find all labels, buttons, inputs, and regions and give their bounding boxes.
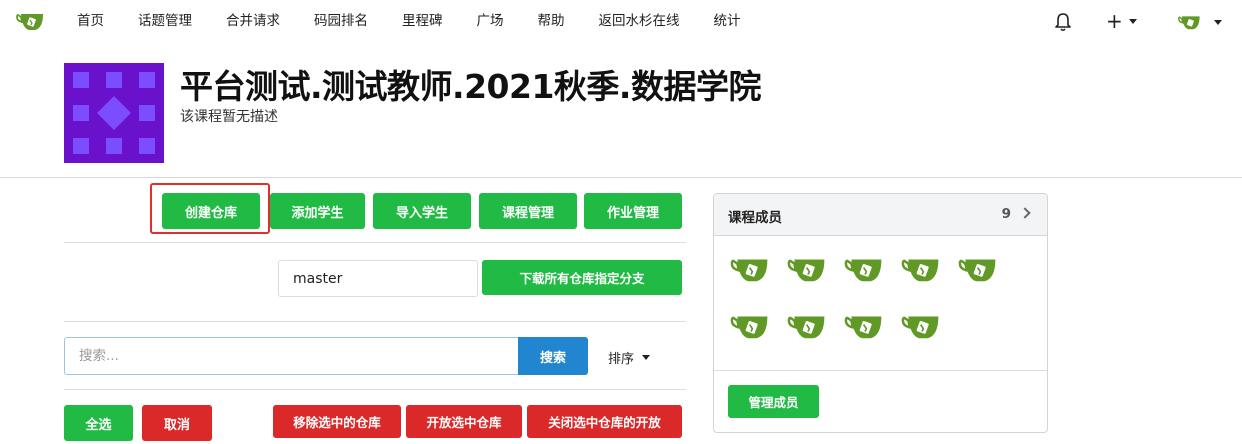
gitea-teacup-icon [901, 259, 939, 282]
card-divider [714, 370, 1047, 371]
caret-down-icon [1214, 19, 1222, 25]
download-branch-button[interactable]: 下载所有仓库指定分支 [482, 260, 682, 295]
cancel-button[interactable]: 取消 [142, 405, 212, 441]
members-card-header[interactable]: 课程成员 9 [714, 194, 1047, 236]
gitea-teacup-icon [787, 259, 825, 282]
sort-label: 排序 [608, 351, 635, 367]
chevron-right-icon [1019, 207, 1031, 219]
homework-manage-button[interactable]: 作业管理 [584, 193, 682, 229]
manage-members-button[interactable]: 管理成员 [728, 385, 819, 418]
section-divider [64, 321, 686, 322]
plus-icon: + [1106, 9, 1123, 33]
import-students-button[interactable]: 导入学生 [373, 193, 471, 229]
add-students-button[interactable]: 添加学生 [270, 193, 365, 229]
create-repo-button[interactable]: 创建仓库 [162, 193, 260, 229]
gitea-logo-icon[interactable] [16, 10, 46, 32]
main-menu: 首页 话题管理 合并请求 码园排名 里程碑 广场 帮助 返回水杉在线 统计 [60, 0, 758, 44]
members-card-title: 课程成员 [728, 210, 782, 226]
user-menu[interactable] [1178, 10, 1222, 34]
search-input[interactable] [64, 337, 518, 375]
gitea-teacup-icon [844, 316, 882, 339]
header-divider [0, 177, 1242, 178]
gitea-teacup-icon [730, 259, 768, 282]
course-title: 平台测试.测试教师.2021秋季.数据学院 [180, 67, 761, 106]
nav-item-back[interactable]: 返回水杉在线 [582, 0, 697, 44]
nav-item-home[interactable]: 首页 [60, 0, 121, 44]
member-avatar[interactable] [842, 254, 888, 284]
remove-selected-repos-button[interactable]: 移除选中的仓库 [273, 405, 401, 438]
open-selected-repos-button[interactable]: 开放选中仓库 [406, 405, 522, 438]
gitea-teacup-icon [787, 316, 825, 339]
course-avatar [64, 63, 164, 163]
nav-item-ranking[interactable]: 码园排名 [297, 0, 385, 44]
caret-down-icon [1128, 18, 1137, 24]
user-avatar-icon [1178, 16, 1200, 30]
course-manage-button[interactable]: 课程管理 [479, 193, 577, 229]
search-button[interactable]: 搜索 [518, 337, 588, 375]
section-divider [64, 389, 686, 390]
course-description: 该课程暂无描述 [180, 109, 278, 125]
sort-dropdown[interactable]: 排序 [608, 347, 651, 367]
nav-item-milestones[interactable]: 里程碑 [385, 0, 460, 44]
member-avatar[interactable] [728, 311, 774, 341]
course-members-card: 课程成员 9 管理成员 [713, 193, 1048, 433]
members-count: 9 [1001, 206, 1011, 222]
member-avatar[interactable] [842, 311, 888, 341]
nav-item-pulls[interactable]: 合并请求 [209, 0, 297, 44]
section-divider [64, 242, 686, 243]
create-menu[interactable]: + [1106, 9, 1137, 33]
nav-item-stats[interactable]: 统计 [697, 0, 758, 44]
nav-item-explore[interactable]: 广场 [460, 0, 521, 44]
branch-input[interactable] [278, 260, 478, 297]
member-avatar[interactable] [956, 254, 1002, 284]
close-selected-repos-button[interactable]: 关闭选中仓库的开放 [527, 405, 682, 438]
nav-item-topics[interactable]: 话题管理 [121, 0, 209, 44]
caret-down-icon [642, 354, 651, 360]
nav-item-help[interactable]: 帮助 [521, 0, 582, 44]
top-navbar: 首页 话题管理 合并请求 码园排名 里程碑 广场 帮助 返回水杉在线 统计 + [0, 0, 1242, 44]
gitea-teacup-icon [844, 259, 882, 282]
gitea-teacup-icon [958, 259, 996, 282]
member-avatar[interactable] [899, 254, 945, 284]
gitea-teacup-icon [730, 316, 768, 339]
member-avatar[interactable] [785, 311, 831, 341]
bell-icon[interactable] [1054, 12, 1072, 32]
member-avatar[interactable] [899, 311, 945, 341]
gitea-teacup-icon [901, 316, 939, 339]
select-all-button[interactable]: 全选 [64, 405, 133, 441]
member-avatar[interactable] [728, 254, 774, 284]
member-avatar[interactable] [785, 254, 831, 284]
